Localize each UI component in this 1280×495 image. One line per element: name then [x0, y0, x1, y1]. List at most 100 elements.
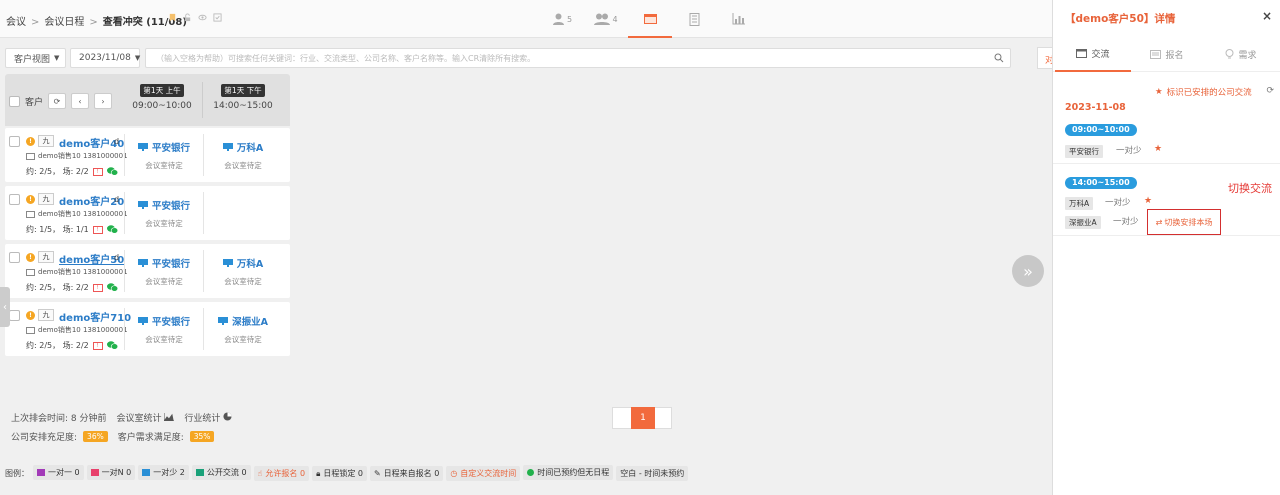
pie-chart-icon [223, 412, 232, 421]
sales-contact: demo销售10 1381000001 [26, 151, 128, 161]
industry-stats-link[interactable]: 行业统计 [184, 411, 232, 424]
legend-item: ✎ 日程来自报名 0 [369, 465, 444, 481]
wechat-icon[interactable] [106, 283, 118, 292]
lock-icon: 🔒︎ [316, 468, 321, 478]
d-tag: d [114, 137, 120, 146]
meeting-mode: 一对少 [1113, 217, 1139, 227]
wechat-icon[interactable] [106, 225, 118, 234]
mark-arranged-toggle[interactable]: ★ 标识已安排的公司交流 [1155, 86, 1252, 98]
company-tag: 万科A [1065, 197, 1094, 210]
swap-icon: ⇄ [1155, 217, 1163, 227]
tab-chart[interactable] [716, 0, 760, 38]
slot-header-2: 第1天 下午 14:00~15:00 [213, 84, 273, 111]
tab-demand[interactable]: 需求 [1203, 36, 1279, 72]
schedule-cell[interactable]: 平安银行会议室待定 [125, 198, 203, 229]
monitor-icon [218, 317, 229, 325]
checklist-icon[interactable] [213, 13, 222, 22]
info-icon[interactable]: ! [26, 137, 35, 146]
search-input[interactable]: （输入空格为帮助）可搜索任何关键词：行业、交流类型、公司名称、客户名称等。输入C… [145, 48, 1011, 68]
tab-building[interactable] [672, 0, 716, 38]
search-icon[interactable] [994, 53, 1004, 63]
close-icon[interactable]: × [1262, 9, 1272, 23]
page-1-button[interactable]: 1 [631, 407, 655, 429]
meeting-mode: 一对少 [1116, 146, 1142, 156]
customer-name-link[interactable]: demo客户710 [59, 309, 131, 324]
d-tag: d [114, 253, 120, 262]
tab-exchange[interactable]: 交流 [1055, 36, 1131, 72]
chevron-left-icon: ‹ [3, 301, 7, 313]
tier-badge: 九 [38, 135, 54, 147]
tab-group-users[interactable]: 4 [584, 0, 628, 38]
company-link[interactable]: 万科A [237, 256, 263, 270]
breadcrumb-tools [168, 13, 222, 22]
panel-title: 【demo客户50】详情 [1065, 13, 1176, 25]
row-checkbox[interactable] [9, 194, 20, 205]
meeting-mode: 一对少 [1105, 198, 1131, 208]
breadcrumb-meeting[interactable]: 会议 [6, 17, 26, 28]
company-link[interactable]: 平安银行 [152, 198, 190, 212]
double-chevron-right-icon: » [1023, 261, 1033, 281]
breadcrumb-schedule[interactable]: 会议日程 [44, 17, 84, 28]
schedule-cell[interactable]: 平安银行 会议室待定 [125, 140, 203, 171]
company-link[interactable]: 万科A [237, 140, 263, 154]
eye-icon[interactable] [198, 13, 207, 22]
tab-single-user[interactable]: 5 [540, 0, 584, 38]
star-icon[interactable]: ★ [1154, 144, 1162, 154]
next-button[interactable]: › [94, 93, 113, 109]
caret-down-icon: ▼ [54, 54, 60, 62]
company-link[interactable]: 深振业A [232, 314, 268, 328]
warning-icon: ! [92, 341, 103, 350]
schedule-cell[interactable]: 平安银行 会议室待定 [125, 314, 203, 345]
legend-item: 一对N 0 [86, 464, 136, 480]
info-icon[interactable]: ! [26, 253, 35, 262]
color-swatch-icon [195, 468, 204, 476]
unlock-icon[interactable] [183, 13, 192, 22]
clipped-toolbar-button[interactable]: 对 [1037, 47, 1053, 69]
warning-icon: ! [92, 225, 103, 234]
info-icon[interactable]: ! [26, 311, 35, 320]
company-link[interactable]: 平安银行 [152, 140, 190, 154]
expand-panel-button[interactable]: » [1012, 255, 1044, 287]
breadcrumb: 会议 > 会议日程 > 查看冲突 (11/08) [6, 17, 187, 28]
prev-button[interactable]: ‹ [71, 93, 90, 109]
select-all-checkbox[interactable] [9, 95, 20, 107]
switch-schedule-button[interactable]: ⇄ 切换安排本场 [1147, 209, 1221, 235]
view-select[interactable]: 客户视图 ▼ [5, 48, 66, 68]
collapse-side-tab[interactable]: ‹ [0, 287, 10, 327]
date-select[interactable]: 2023/11/08 ▼ [70, 48, 140, 68]
legend-item: 时间已预约但无日程 [523, 464, 614, 480]
company-link[interactable]: 平安银行 [152, 256, 190, 270]
wechat-icon[interactable] [106, 167, 118, 176]
wechat-icon[interactable] [106, 341, 118, 350]
sales-contact: demo销售10 1381000001 [26, 209, 128, 219]
footer-stats: 上次排会时间: 8 分钟前 会议室统计 行业统计 [11, 411, 232, 424]
schedule-cell[interactable]: 万科A 会议室待定 [204, 140, 282, 171]
star-icon[interactable]: ★ [1144, 196, 1152, 206]
company-link[interactable]: 平安银行 [152, 314, 190, 328]
panel-tabs: 交流 报名 需求 [1053, 36, 1280, 72]
row-checkbox[interactable] [9, 252, 20, 263]
room-stats-link[interactable]: 会议室统计 [116, 411, 175, 424]
bookmark-icon[interactable] [168, 13, 177, 22]
divider [1053, 235, 1280, 236]
refresh-button[interactable]: ⟳ [48, 93, 67, 109]
info-icon[interactable]: ! [26, 195, 35, 204]
row-checkbox[interactable] [9, 136, 20, 147]
appointment-stats: 约: 2/5， 场: 2/2! [26, 282, 118, 293]
monitor-icon [222, 259, 233, 267]
schedule-cell[interactable]: 平安银行 会议室待定 [125, 256, 203, 287]
clock-icon: ◷ [450, 468, 458, 478]
room-status: 会议室待定 [145, 219, 183, 228]
legend-item: 一对一 0 [33, 464, 84, 480]
monitor-icon [137, 143, 148, 151]
tab-calendar[interactable] [628, 0, 672, 38]
tab-signup[interactable]: 报名 [1129, 36, 1205, 72]
refresh-icon[interactable]: ⟳ [1266, 86, 1274, 96]
customer-header: 客户 ⟳ ‹ › [9, 93, 113, 109]
schedule-cell[interactable]: 万科A 会议室待定 [204, 256, 282, 287]
company-fill-badge: 36% [83, 431, 108, 442]
d-tag: d [114, 195, 120, 204]
monitor-icon [137, 201, 148, 209]
row-checkbox[interactable] [9, 310, 20, 321]
schedule-cell[interactable]: 深振业A 会议室待定 [204, 314, 282, 345]
